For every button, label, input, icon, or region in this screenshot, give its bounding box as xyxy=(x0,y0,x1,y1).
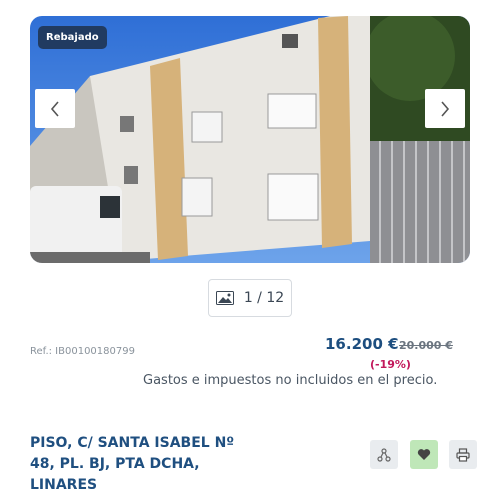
property-title: PISO, C/ SANTA ISABEL Nº 48, PL. BJ, PTA… xyxy=(30,433,255,496)
discount-badge: Rebajado xyxy=(38,26,107,49)
share-button[interactable] xyxy=(370,440,398,469)
share-icon xyxy=(377,447,391,462)
current-price: 16.200 € xyxy=(325,335,399,353)
printer-icon xyxy=(456,447,470,462)
print-button[interactable] xyxy=(449,440,477,469)
discount-percentage: (-19%) xyxy=(370,358,411,371)
gallery-counter: 1 / 12 xyxy=(243,290,285,306)
property-photo xyxy=(30,16,470,263)
property-title-line: LINARES xyxy=(30,477,98,493)
property-title-line: PISO, C/ SANTA ISABEL Nº xyxy=(30,435,235,451)
property-title-line: 48, PL. BJ, PTA DCHA, xyxy=(30,456,200,472)
reference-code: Ref.: IB00100180799 xyxy=(30,346,135,357)
previous-photo-button[interactable] xyxy=(35,89,75,128)
photo-gallery[interactable]: Rebajado xyxy=(30,16,470,263)
chevron-left-icon xyxy=(50,100,59,117)
taxes-note: Gastos e impuestos no incluidos en el pr… xyxy=(143,373,438,388)
old-price: 20.000 € xyxy=(399,339,453,352)
chevron-right-icon xyxy=(441,100,450,117)
gallery-counter-button[interactable]: 1 / 12 xyxy=(208,279,292,317)
heart-icon xyxy=(417,449,431,460)
image-icon xyxy=(215,291,234,305)
next-photo-button[interactable] xyxy=(425,89,465,128)
favorite-button[interactable] xyxy=(410,440,438,469)
